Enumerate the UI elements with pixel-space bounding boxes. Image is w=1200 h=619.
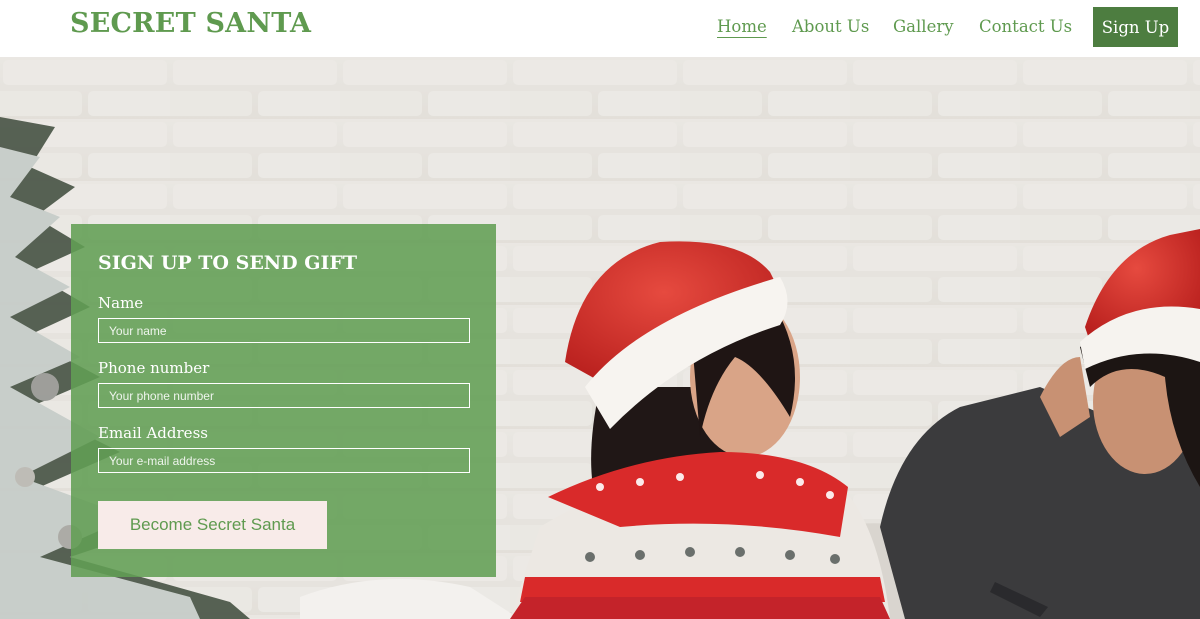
name-label: Name: [98, 294, 144, 312]
nav-link-home[interactable]: Home: [717, 17, 767, 36]
become-secret-santa-button[interactable]: Become Secret Santa: [98, 501, 327, 549]
nav-link-gallery[interactable]: Gallery: [893, 17, 954, 36]
sign-up-button[interactable]: Sign Up: [1093, 7, 1178, 47]
phone-label: Phone number: [98, 359, 210, 377]
name-input[interactable]: [98, 318, 470, 343]
signup-form-panel: SIGN UP TO SEND GIFT Name Phone number E…: [71, 224, 496, 577]
nav-link-about-us[interactable]: About Us: [792, 17, 869, 36]
email-input[interactable]: [98, 448, 470, 473]
nav-link-contact-us[interactable]: Contact Us: [979, 17, 1072, 36]
form-title: SIGN UP TO SEND GIFT: [98, 252, 357, 274]
phone-input[interactable]: [98, 383, 470, 408]
site-header: SECRET SANTA Home About Us Gallery Conta…: [0, 0, 1200, 57]
email-label: Email Address: [98, 424, 208, 442]
main-nav: Home About Us Gallery Contact Us: [0, 17, 1200, 41]
